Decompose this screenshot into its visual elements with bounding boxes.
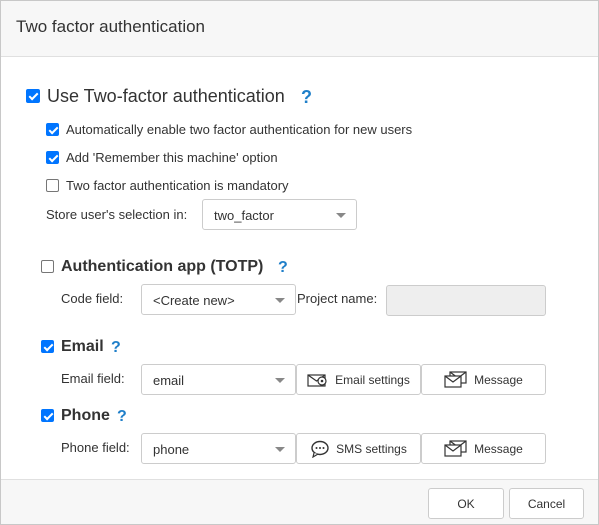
email-settings-button[interactable]: Email settings bbox=[296, 364, 421, 395]
cancel-button-label: Cancel bbox=[527, 496, 566, 511]
phone-field-label: Phone field: bbox=[61, 440, 130, 455]
sms-settings-button[interactable]: SMS settings bbox=[296, 433, 421, 464]
phone-message-button[interactable]: Message bbox=[421, 433, 546, 464]
code-field-label: Code field: bbox=[61, 291, 124, 306]
email-settings-label: Email settings bbox=[335, 372, 410, 387]
store-selection-value: two_factor bbox=[214, 208, 274, 223]
envelope-gear-icon bbox=[307, 373, 327, 387]
email-message-button[interactable]: Message bbox=[421, 364, 546, 395]
remember-machine-label: Add 'Remember this machine' option bbox=[66, 150, 278, 165]
store-selection-label: Store user's selection in: bbox=[46, 207, 188, 222]
project-name-input[interactable] bbox=[386, 285, 546, 316]
totp-help-icon[interactable]: ? bbox=[278, 259, 288, 277]
auto-enable-label: Automatically enable two factor authenti… bbox=[66, 122, 413, 137]
email-message-label: Message bbox=[474, 372, 523, 387]
speech-bubble-icon bbox=[311, 440, 329, 458]
email-checkbox[interactable] bbox=[41, 340, 54, 353]
phone-field-value: phone bbox=[153, 442, 190, 457]
mandatory-checkbox[interactable] bbox=[46, 179, 59, 192]
mandatory-label: Two factor authentication is mandatory bbox=[66, 178, 289, 193]
email-field-label: Email field: bbox=[61, 371, 125, 386]
phone-checkbox[interactable] bbox=[41, 409, 54, 422]
email-help-icon[interactable]: ? bbox=[111, 339, 121, 357]
totp-checkbox[interactable] bbox=[41, 260, 54, 273]
auto-enable-checkbox[interactable] bbox=[46, 123, 59, 136]
chevron-down-icon bbox=[275, 378, 285, 383]
two-factor-dialog: Two factor authentication Use Two-factor… bbox=[0, 0, 599, 525]
chevron-down-icon bbox=[336, 213, 346, 218]
use-two-factor-help-icon[interactable]: ? bbox=[301, 87, 312, 108]
ok-button[interactable]: OK bbox=[428, 488, 504, 519]
store-selection-select[interactable]: two_factor bbox=[202, 199, 357, 230]
ok-button-label: OK bbox=[457, 496, 475, 511]
remember-machine-checkbox[interactable] bbox=[46, 151, 59, 164]
phone-label: Phone bbox=[61, 407, 110, 424]
project-name-label: Project name: bbox=[297, 291, 378, 306]
phone-help-icon[interactable]: ? bbox=[117, 408, 127, 426]
cancel-button[interactable]: Cancel bbox=[509, 488, 584, 519]
chevron-down-icon bbox=[275, 447, 285, 452]
phone-message-label: Message bbox=[474, 441, 523, 456]
email-label: Email bbox=[61, 338, 104, 355]
phone-field-select[interactable]: phone bbox=[141, 433, 296, 464]
totp-label: Authentication app (TOTP) bbox=[61, 258, 264, 275]
envelopes-icon bbox=[444, 370, 467, 388]
dialog-header: Two factor authentication bbox=[1, 1, 598, 57]
code-field-select[interactable]: <Create new> bbox=[141, 284, 296, 315]
dialog-title: Two factor authentication bbox=[16, 17, 206, 36]
chevron-down-icon bbox=[275, 298, 285, 303]
envelopes-icon bbox=[444, 439, 467, 457]
use-two-factor-label: Use Two-factor authentication bbox=[47, 86, 285, 106]
use-two-factor-checkbox[interactable] bbox=[26, 89, 40, 103]
email-field-select[interactable]: email bbox=[141, 364, 296, 395]
dialog-footer: OK Cancel bbox=[1, 479, 598, 524]
email-field-value: email bbox=[153, 373, 185, 388]
code-field-value: <Create new> bbox=[153, 293, 235, 308]
sms-settings-label: SMS settings bbox=[336, 441, 407, 456]
